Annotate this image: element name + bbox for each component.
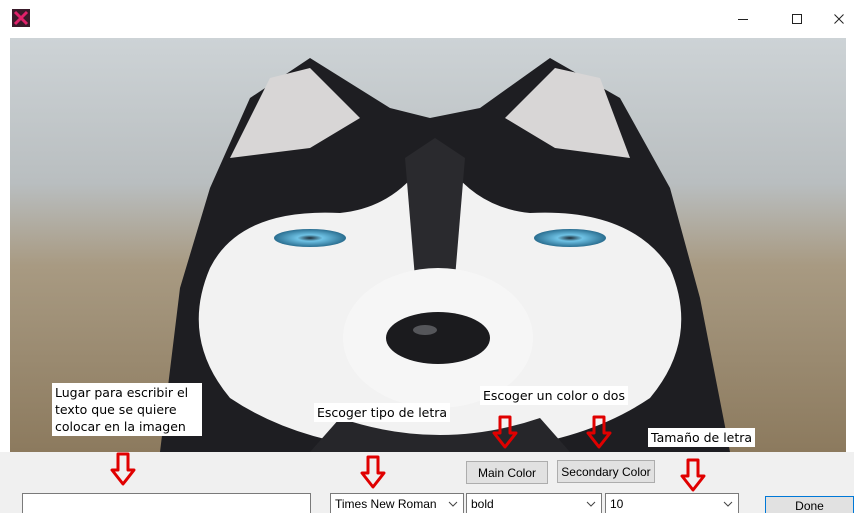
font-size-note: Tamaño de letra [648,428,756,447]
chevron-down-icon [586,501,596,507]
secondary-color-button[interactable]: Secondary Color [557,460,655,483]
font-weight-select[interactable]: bold [466,493,602,513]
maximize-button[interactable] [774,0,820,38]
app-icon [12,9,30,27]
font-size-value: 10 [610,497,624,511]
main-color-button[interactable]: Main Color [466,461,548,484]
title-bar [0,0,854,38]
color-note: Escoger un color o dos [480,386,628,405]
font-size-select[interactable]: 10 [605,493,739,513]
close-icon [834,14,844,24]
done-button[interactable]: Done [765,496,854,513]
down-arrow-icon [586,415,612,449]
chevron-down-icon [723,501,733,507]
minimize-icon [738,19,748,20]
down-arrow-icon [110,452,136,486]
font-family-select[interactable]: Times New Roman [330,493,464,513]
close-button[interactable] [816,0,854,38]
overlay-text-input[interactable] [22,493,311,513]
down-arrow-icon [680,458,706,492]
font-weight-value: bold [471,497,494,511]
down-arrow-icon [360,455,386,489]
font-family-value: Times New Roman [335,497,437,511]
text-field-note: Lugar para escribir el texto que se quie… [52,383,202,436]
font-family-note: Escoger tipo de letra [314,403,451,422]
minimize-button[interactable] [720,0,766,38]
chevron-down-icon [448,501,458,507]
maximize-icon [792,14,802,24]
down-arrow-icon [492,415,518,449]
